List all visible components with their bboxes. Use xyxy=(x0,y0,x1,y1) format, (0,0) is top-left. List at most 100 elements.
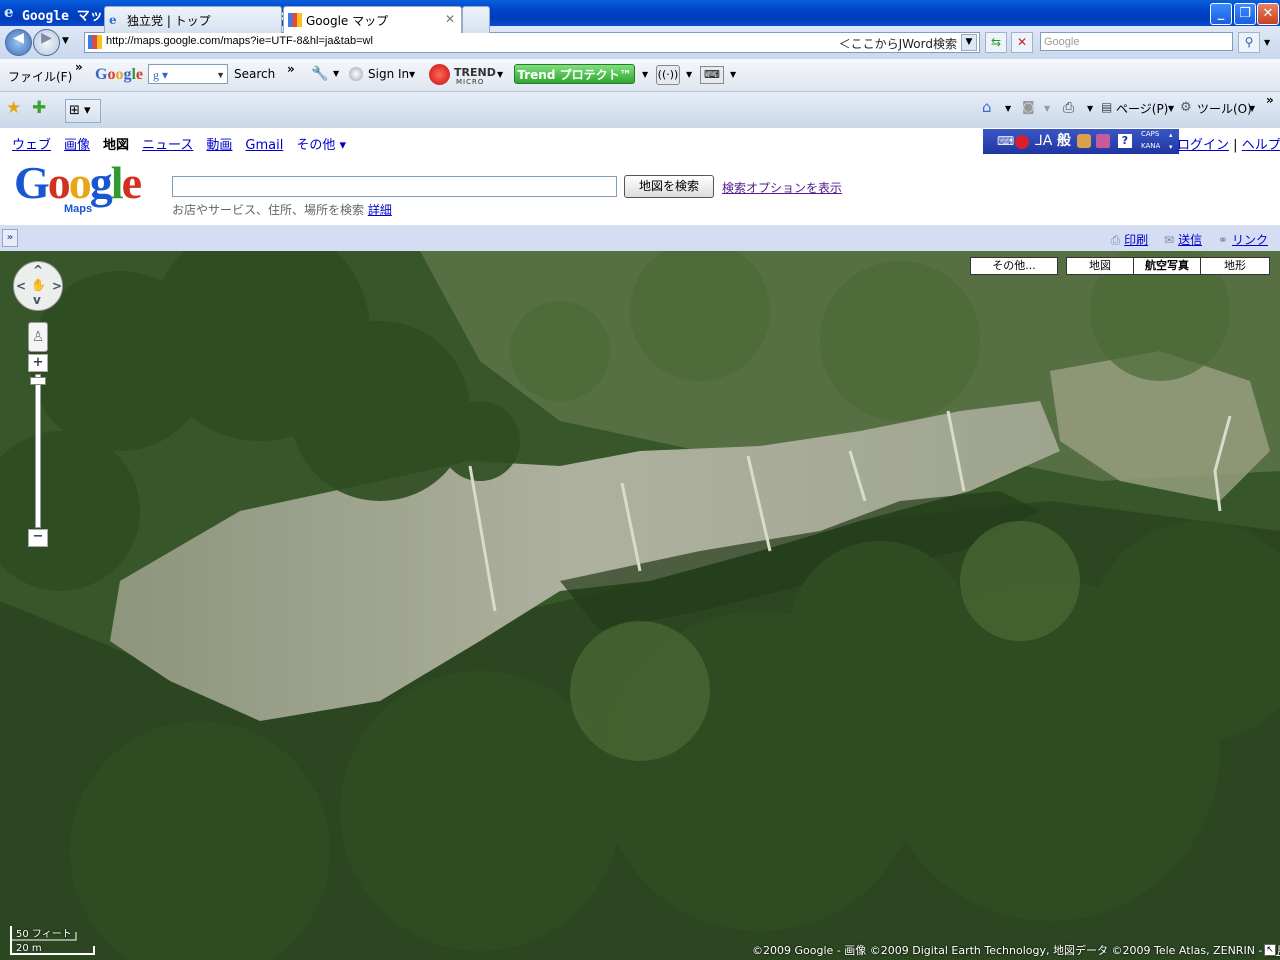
nav-news[interactable]: ニュース xyxy=(142,138,193,153)
feeds-icon[interactable]: ◙ xyxy=(1022,100,1035,115)
ime-mode-icon[interactable]: ⅃A xyxy=(1035,129,1052,154)
pan-up-icon[interactable]: ^ xyxy=(33,263,43,277)
close-tab-icon[interactable]: ✕ xyxy=(445,12,455,26)
page-icon: ▤ xyxy=(1101,100,1113,114)
login-link[interactable]: ログイン xyxy=(1177,138,1229,153)
jword-search-label[interactable]: ＜ここからJWord検索 xyxy=(839,35,957,52)
ime-mode-label[interactable]: 般 xyxy=(1057,129,1071,154)
ime-globe-icon[interactable] xyxy=(1015,135,1029,149)
address-bar[interactable]: http://maps.google.com/maps?ie=UTF-8&hl=… xyxy=(84,32,980,53)
send-link[interactable]: 送信 xyxy=(1178,233,1202,247)
chevron-more-icon[interactable]: » xyxy=(1266,93,1274,107)
chevron-more-icon[interactable]: » xyxy=(75,60,83,74)
wrench-dropdown-icon[interactable]: ▼ xyxy=(333,69,339,78)
zoom-slider-thumb[interactable] xyxy=(30,376,46,385)
map-type-more-button[interactable]: その他... xyxy=(970,257,1058,275)
pan-left-icon[interactable]: < xyxy=(16,279,26,293)
favorites-star-icon[interactable]: ★ xyxy=(6,98,21,118)
search-maps-button[interactable]: 地図を検索 xyxy=(624,175,714,198)
google-favicon-icon xyxy=(288,13,302,27)
trend-micro-logo-icon xyxy=(429,64,450,85)
ime-expand-icon[interactable]: ▴ ▾ xyxy=(1169,129,1173,153)
nav-video[interactable]: 動画 xyxy=(206,138,232,153)
minimize-button[interactable]: _ xyxy=(1210,3,1232,25)
rss-wave-icon[interactable]: ((·)) xyxy=(656,65,680,85)
help-link[interactable]: ヘルプ xyxy=(1242,138,1280,153)
ime-language-bar[interactable]: ⌨ ⅃A 般 ? CAPS KANA ▴ ▾ xyxy=(983,129,1179,154)
add-favorite-icon[interactable]: ✚ xyxy=(32,98,46,118)
home-dropdown-icon[interactable]: ▼ xyxy=(1005,104,1011,113)
google-toolbar-search-button[interactable]: Search xyxy=(234,67,275,81)
search-options-link[interactable]: 検索オプションを表示 xyxy=(722,179,842,196)
overview-toggle-icon[interactable]: ↖ xyxy=(1264,944,1276,956)
sign-in-dropdown-icon[interactable]: ▼ xyxy=(409,70,415,79)
google-toolbar-input[interactable]: g ▾ ▼ xyxy=(148,64,228,84)
trend-protect-dropdown-icon[interactable]: ▼ xyxy=(642,70,648,79)
zoom-slider-track[interactable] xyxy=(35,374,41,528)
wrench-icon[interactable]: 🔧 xyxy=(311,66,328,82)
print-link[interactable]: 印刷 xyxy=(1124,233,1148,247)
trend-dropdown-icon[interactable]: ▼ xyxy=(497,70,503,79)
maximize-button[interactable]: ❐ xyxy=(1234,3,1256,25)
trend-sub-label: MICRO xyxy=(456,78,485,86)
search-input[interactable] xyxy=(172,176,617,197)
map-type-map-button[interactable]: 地図 xyxy=(1066,257,1134,275)
keyboard-dropdown-icon[interactable]: ▼ xyxy=(730,70,736,79)
search-icon[interactable]: ⚲ xyxy=(1238,32,1260,53)
sign-in-button[interactable]: Sign In xyxy=(368,67,409,81)
page-menu[interactable]: ページ(P) xyxy=(1116,100,1168,117)
address-url[interactable]: http://maps.google.com/maps?ie=UTF-8&hl=… xyxy=(106,35,373,47)
account-links: ログイン | ヘルプ xyxy=(1177,134,1280,153)
search-box[interactable]: Google xyxy=(1040,32,1233,51)
pan-right-icon[interactable]: > xyxy=(52,279,62,293)
stop-icon[interactable]: ✕ xyxy=(1011,32,1033,53)
google-maps-logo[interactable]: Google xyxy=(14,160,142,206)
search-details-link[interactable]: 詳細 xyxy=(368,203,392,217)
zoom-in-button[interactable]: + xyxy=(28,354,48,372)
pan-down-icon[interactable]: v xyxy=(33,293,41,307)
nav-gmail[interactable]: Gmail xyxy=(245,138,283,153)
feeds-dropdown-icon[interactable]: ▼ xyxy=(1044,104,1050,113)
close-button[interactable]: ✕ xyxy=(1257,3,1279,25)
refresh-icon[interactable]: ⇆ xyxy=(985,32,1007,53)
nav-web[interactable]: ウェブ xyxy=(12,138,51,153)
nav-maps[interactable]: 地図 xyxy=(103,138,129,153)
back-button[interactable]: ◀ xyxy=(5,29,32,56)
file-menu[interactable]: ファイル(F) xyxy=(8,68,72,85)
trend-protect-button[interactable]: Trend プロテクト™ xyxy=(514,64,635,84)
gear-icon: ⚙ xyxy=(1180,100,1192,115)
ime-tool-icon[interactable] xyxy=(1077,134,1091,148)
pan-control[interactable]: ^ < > v ✋ xyxy=(13,261,63,311)
nav-more[interactable]: その他 ▾ xyxy=(296,138,346,153)
satellite-map[interactable] xyxy=(0,251,1280,960)
print-icon[interactable]: ⎙ xyxy=(1063,100,1074,116)
map-type-satellite-button[interactable]: 航空写真 xyxy=(1133,257,1201,275)
home-icon[interactable]: ⌂ xyxy=(982,98,992,116)
street-view-pegman-icon[interactable]: ♙ xyxy=(28,322,48,352)
link-link[interactable]: リンク xyxy=(1232,233,1268,247)
search-dropdown-icon[interactable]: ▼ xyxy=(1264,38,1270,47)
page-dropdown-icon[interactable]: ▼ xyxy=(1168,104,1174,113)
tab-google-maps[interactable]: Google マップ ✕ xyxy=(283,6,462,33)
tab-label: 独立党 | トップ xyxy=(127,14,211,28)
keyboard-icon[interactable]: ⌨ xyxy=(700,66,724,84)
side-panel-toggle[interactable]: » xyxy=(2,229,18,247)
help-icon[interactable]: ? xyxy=(1118,134,1132,148)
nav-images[interactable]: 画像 xyxy=(64,138,90,153)
zoom-out-button[interactable]: − xyxy=(28,529,48,547)
history-dropdown-icon[interactable]: ▼ xyxy=(62,36,69,46)
print-dropdown-icon[interactable]: ▼ xyxy=(1087,104,1093,113)
forward-button[interactable]: ▶ xyxy=(33,29,60,56)
ime-dictionary-icon[interactable] xyxy=(1096,134,1110,148)
quick-tabs-icon[interactable]: ⊞ ▾ xyxy=(65,99,101,123)
tools-dropdown-icon[interactable]: ▼ xyxy=(1249,104,1255,113)
address-dropdown-icon[interactable]: ▼ xyxy=(961,34,977,51)
chevron-more-icon[interactable]: » xyxy=(287,62,295,76)
wave-dropdown-icon[interactable]: ▼ xyxy=(686,70,692,79)
hand-icon[interactable]: ✋ xyxy=(31,278,46,292)
map-type-terrain-button[interactable]: 地形 xyxy=(1200,257,1270,275)
tools-menu[interactable]: ツール(O) xyxy=(1197,100,1252,117)
tab-dokuritsuto[interactable]: e 独立党 | トップ xyxy=(104,6,282,33)
new-tab-button[interactable] xyxy=(462,6,490,33)
keyboard-icon[interactable]: ⌨ xyxy=(997,129,1014,154)
